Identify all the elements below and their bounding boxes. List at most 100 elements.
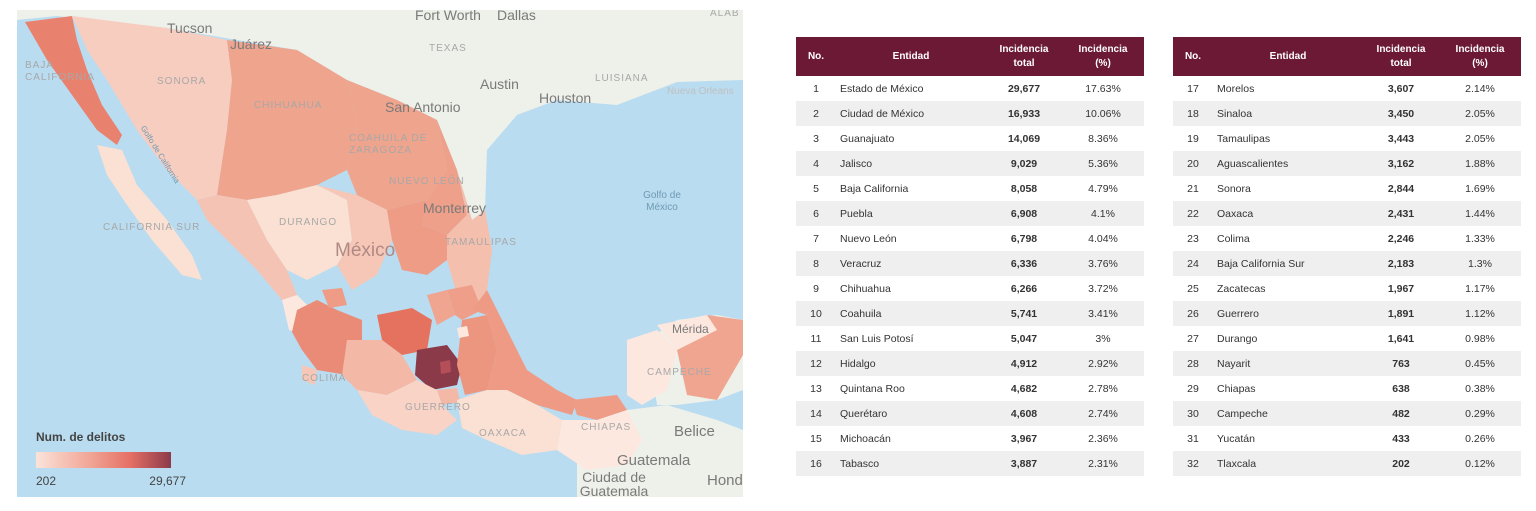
table-row: 10 Coahuila 5,741 3.41%	[796, 301, 1144, 326]
cell-entidad: Tamaulipas	[1217, 132, 1271, 145]
cell-incidencia-pct: 2.36%	[1088, 432, 1118, 445]
cell-incidencia-total: 1,641	[1387, 332, 1415, 345]
cell-entidad: Oaxaca	[1217, 207, 1254, 220]
cell-entidad: Ciudad de México	[840, 107, 925, 120]
table-row: 5 Baja California 8,058 4.79%	[796, 176, 1144, 201]
header-incidencia-pct: Incidencia (%)	[1062, 37, 1144, 76]
cell-incidencia-pct: 1.12%	[1465, 307, 1495, 320]
map-label-austin: Austin	[480, 76, 519, 92]
cell-no: 13	[810, 382, 822, 395]
table-row: 29 Chiapas 638 0.38%	[1173, 376, 1521, 401]
header-no: No.	[1184, 50, 1202, 62]
map-label-oaxaca: OAXACA	[479, 428, 527, 439]
header-entidad: Entidad	[892, 50, 930, 62]
cell-no: 9	[813, 282, 819, 295]
map-label-colima: COLIMA	[302, 373, 347, 384]
cell-incidencia-pct: 3.76%	[1088, 257, 1118, 270]
cell-incidencia-pct: 2.05%	[1465, 107, 1495, 120]
cell-incidencia-pct: 8.36%	[1088, 132, 1118, 145]
cell-incidencia-total: 1,967	[1387, 282, 1415, 295]
cell-incidencia-pct: 1.17%	[1465, 282, 1495, 295]
cell-entidad: Guanajuato	[840, 132, 895, 145]
map-label-baja-california: BAJA CALIFORNIA	[25, 60, 96, 83]
table-row: 7 Nuevo León 6,798 4.04%	[796, 226, 1144, 251]
cell-no: 19	[1187, 132, 1199, 145]
table-row: 13 Quintana Roo 4,682 2.78%	[796, 376, 1144, 401]
cell-entidad: Sonora	[1217, 182, 1251, 195]
table-row: 23 Colima 2,246 1.33%	[1173, 226, 1521, 251]
map-label-belice: Belice	[674, 423, 715, 440]
cell-no: 6	[813, 207, 819, 220]
cell-no: 17	[1187, 82, 1199, 95]
cell-incidencia-pct: 4.79%	[1088, 182, 1118, 195]
table-row: 24 Baja California Sur 2,183 1.3%	[1173, 251, 1521, 276]
table-header-row: No. Entidad Incidencia total Incidencia (%…	[1173, 37, 1521, 76]
table-row: 18 Sinaloa 3,450 2.05%	[1173, 101, 1521, 126]
cell-incidencia-pct: 2.74%	[1088, 407, 1118, 420]
table-row: 1 Estado de México 29,677 17.63%	[796, 76, 1144, 101]
cell-entidad: Morelos	[1217, 82, 1255, 95]
table-row: 14 Querétaro 4,608 2.74%	[796, 401, 1144, 426]
cell-incidencia-pct: 0.29%	[1465, 407, 1495, 420]
map-label-ciudad-de-guatemala: Ciudad de Guatemala	[579, 469, 649, 497]
cell-entidad: Guerrero	[1217, 307, 1260, 320]
cell-no: 31	[1187, 432, 1199, 445]
header-no: No.	[807, 50, 825, 62]
table-row: 31 Yucatán 433 0.26%	[1173, 426, 1521, 451]
cell-entidad: Michoacán	[840, 432, 891, 445]
cell-entidad: Nayarit	[1217, 357, 1251, 370]
cell-incidencia-pct: 2.92%	[1088, 357, 1118, 370]
legend-gradient-bar	[36, 452, 171, 468]
cell-incidencia-total: 2,246	[1387, 232, 1415, 245]
map-label-houston: Houston	[539, 90, 592, 106]
table-body-left: 1 Estado de México 29,677 17.63% 2 Ciudad de …	[796, 76, 1144, 476]
state-tlaxcala	[457, 326, 469, 338]
cell-no: 26	[1187, 307, 1199, 320]
map-label-juarez: Juárez	[230, 36, 273, 52]
cell-entidad: Durango	[1217, 332, 1258, 345]
table-row: 25 Zacatecas 1,967 1.17%	[1173, 276, 1521, 301]
cell-incidencia-total: 2,183	[1387, 257, 1415, 270]
table-row: 9 Chihuahua 6,266 3.72%	[796, 276, 1144, 301]
cell-incidencia-total: 9,029	[1010, 157, 1038, 170]
map-label-tamaulipas: TAMAULIPAS	[445, 237, 517, 248]
cell-no: 25	[1187, 282, 1199, 295]
cell-entidad: Aguascalientes	[1217, 157, 1289, 170]
cell-incidencia-total: 14,069	[1007, 132, 1041, 145]
header-pct-line1: Incidencia	[1455, 43, 1505, 55]
cell-incidencia-total: 3,162	[1387, 157, 1415, 170]
cell-no: 7	[813, 232, 819, 245]
cell-no: 29	[1187, 382, 1199, 395]
cell-no: 14	[810, 407, 822, 420]
table-row: 4 Jalisco 9,029 5.36%	[796, 151, 1144, 176]
map-label-hondu: Hondu	[707, 472, 743, 489]
cell-incidencia-total: 2,431	[1387, 207, 1415, 220]
cell-no: 30	[1187, 407, 1199, 420]
cell-incidencia-pct: 10.06%	[1085, 107, 1121, 120]
cell-incidencia-total: 6,266	[1010, 282, 1038, 295]
cell-no: 12	[810, 357, 822, 370]
cell-no: 27	[1187, 332, 1199, 345]
cell-incidencia-pct: 0.38%	[1465, 382, 1495, 395]
cell-incidencia-pct: 1.3%	[1468, 257, 1492, 270]
cell-entidad: Campeche	[1217, 407, 1268, 420]
header-pct-line1: Incidencia	[1078, 43, 1128, 55]
cell-no: 20	[1187, 157, 1199, 170]
cell-incidencia-pct: 3.41%	[1088, 307, 1118, 320]
cell-incidencia-total: 3,967	[1010, 432, 1038, 445]
cell-entidad: Coahuila	[840, 307, 882, 320]
table-row: 15 Michoacán 3,967 2.36%	[796, 426, 1144, 451]
table-row: 6 Puebla 6,908 4.1%	[796, 201, 1144, 226]
map-label-tucson: Tucson	[167, 20, 213, 36]
cell-incidencia-pct: 2.31%	[1088, 457, 1118, 470]
page: Tucson Juárez Fort Worth Dallas Austin H…	[0, 0, 1536, 511]
cell-entidad: Chihuahua	[840, 282, 891, 295]
cell-incidencia-total: 6,798	[1010, 232, 1038, 245]
choropleth-map[interactable]: Tucson Juárez Fort Worth Dallas Austin H…	[17, 10, 743, 497]
header-total-line1: Incidencia	[1376, 43, 1426, 55]
cell-incidencia-total: 202	[1392, 457, 1410, 470]
table-row: 30 Campeche 482 0.29%	[1173, 401, 1521, 426]
map-legend: Num. de delitos 202 29,677	[36, 430, 196, 490]
header-entidad: Entidad	[1269, 50, 1307, 62]
table-row: 2 Ciudad de México 16,933 10.06%	[796, 101, 1144, 126]
